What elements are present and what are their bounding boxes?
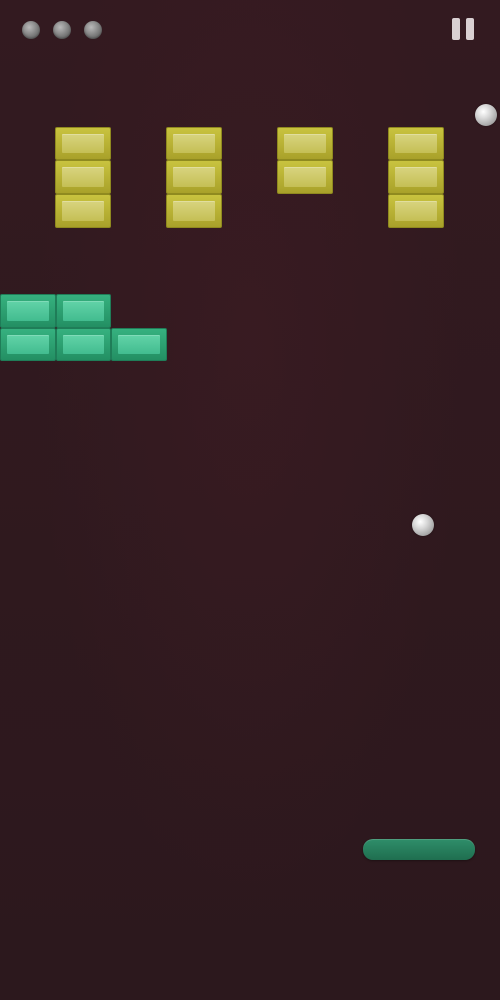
life-ball-icon xyxy=(53,21,71,39)
ball xyxy=(412,514,434,536)
paddle[interactable] xyxy=(363,839,475,860)
brick-yellow xyxy=(55,194,111,228)
brick-yellow xyxy=(277,160,333,194)
brick-yellow xyxy=(388,194,444,228)
brick-yellow xyxy=(388,160,444,194)
brick-yellow xyxy=(55,127,111,160)
brick-yellow xyxy=(277,127,333,160)
brick-green xyxy=(56,294,111,328)
ball xyxy=(475,104,497,126)
brick-green xyxy=(56,328,111,361)
life-ball-icon xyxy=(84,21,102,39)
brick-yellow xyxy=(388,127,444,160)
brick-green xyxy=(0,328,56,361)
brick-yellow xyxy=(166,127,222,160)
life-ball-icon xyxy=(22,21,40,39)
brick-green xyxy=(0,294,56,328)
pause-button[interactable] xyxy=(448,14,478,44)
brick-yellow xyxy=(55,160,111,194)
game-board[interactable] xyxy=(0,0,500,1000)
brick-yellow xyxy=(166,194,222,228)
brick-yellow xyxy=(166,160,222,194)
brick-green xyxy=(111,328,167,361)
